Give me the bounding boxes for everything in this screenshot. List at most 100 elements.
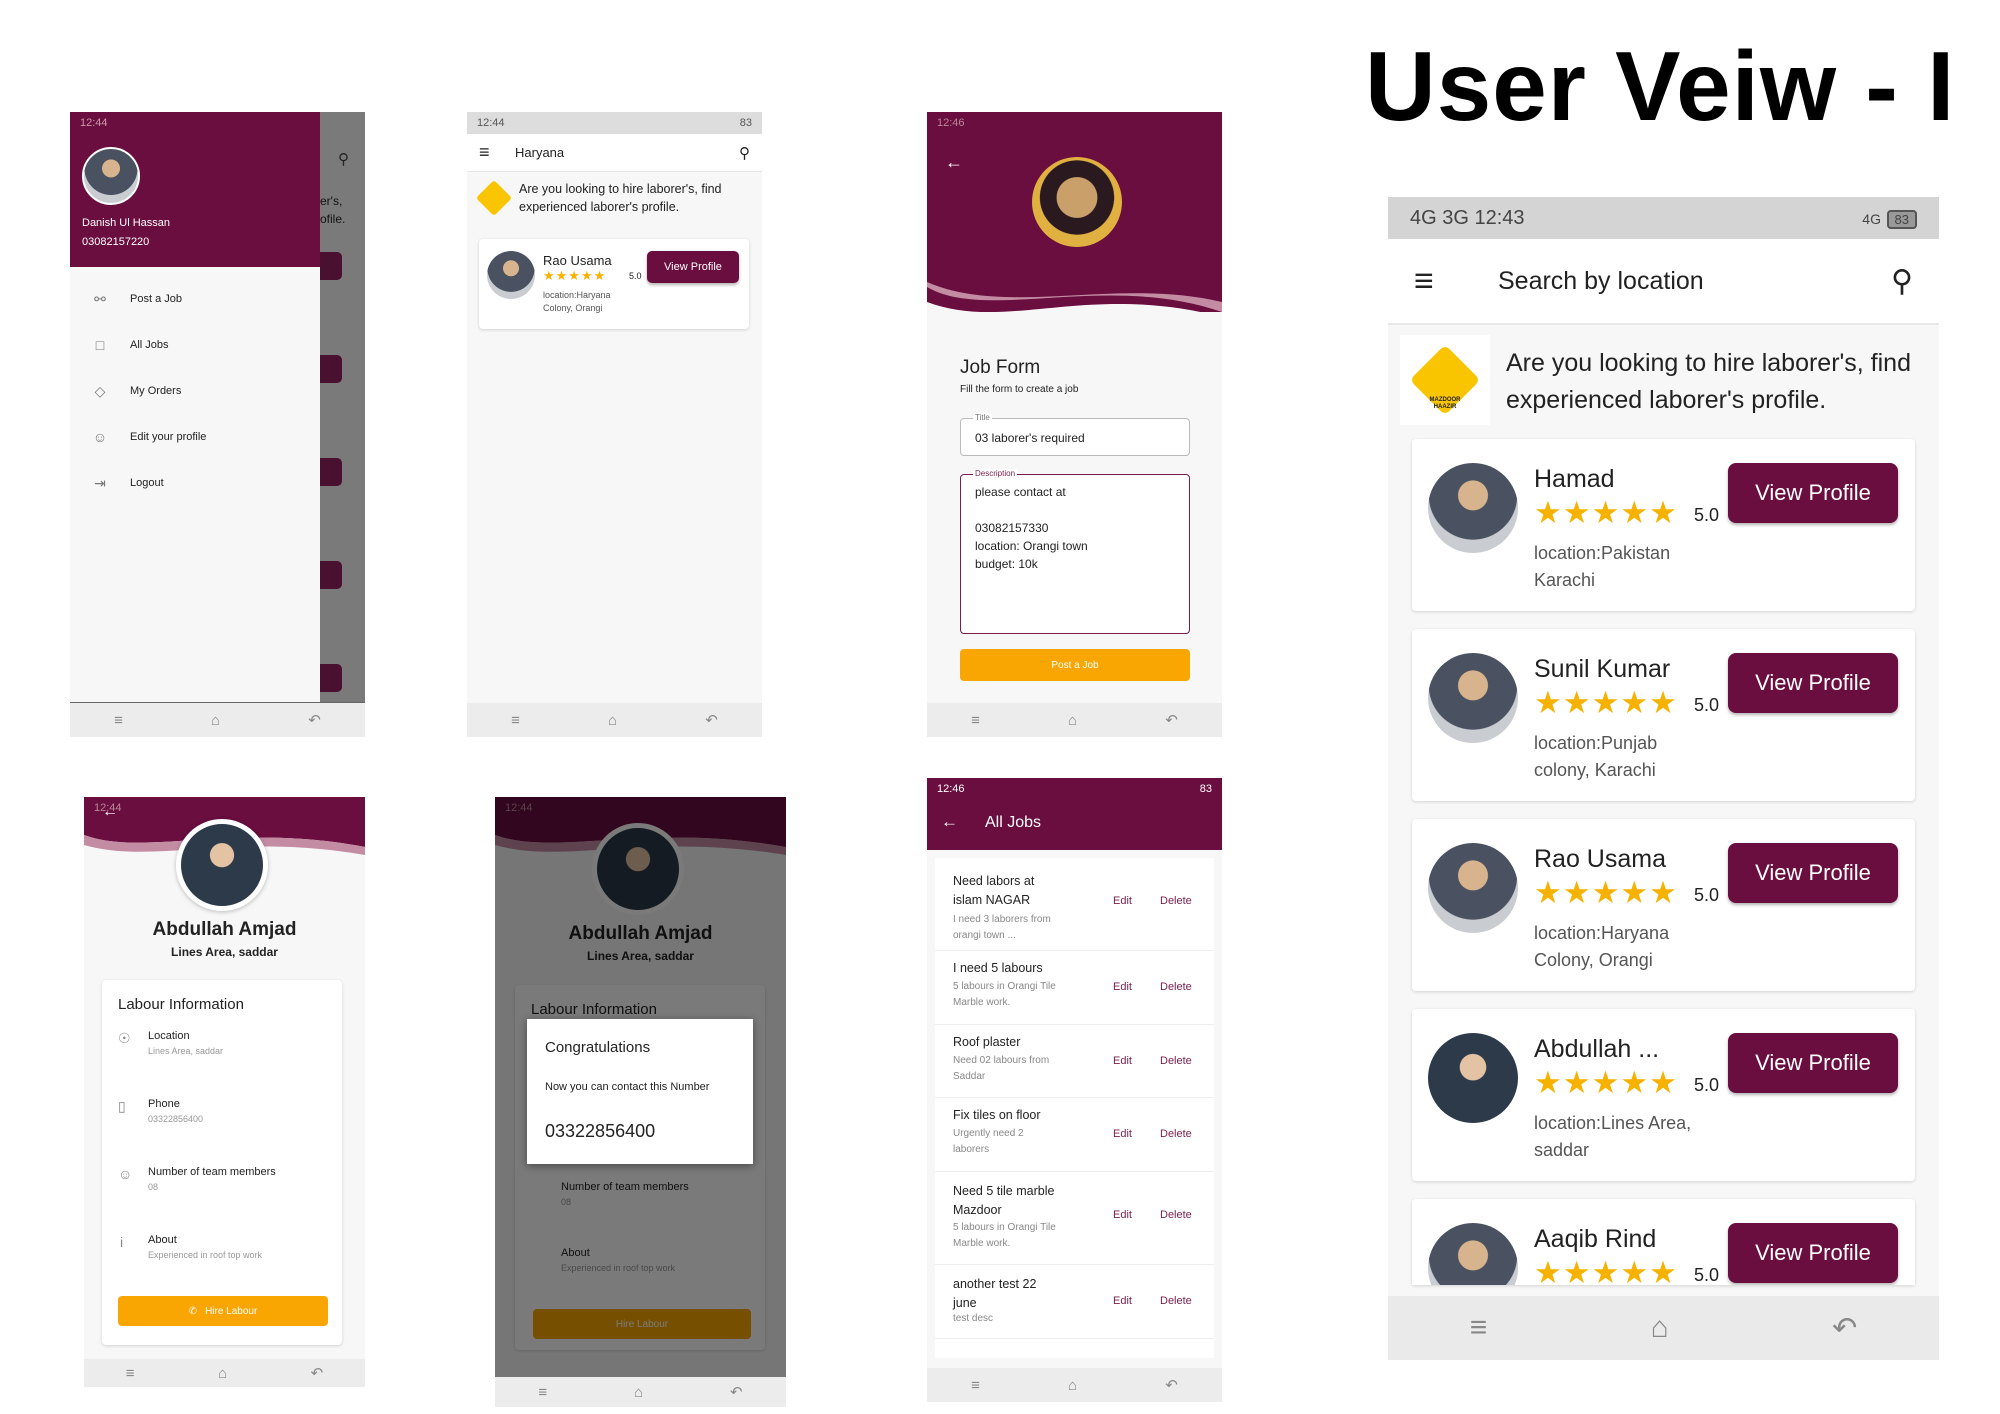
back-nav-icon[interactable]: ↶ (730, 1383, 743, 1401)
edit-button[interactable]: Edit (1113, 1055, 1132, 1067)
search-screen-large: 4G 3G 12:43 4G 83 ≡ Search by location ⚲… (1388, 197, 1939, 1360)
delete-button[interactable]: Delete (1160, 1295, 1192, 1307)
menu-nav-icon[interactable]: ≡ (126, 1365, 135, 1382)
drawer-user-name: Danish Ul Hassan (82, 217, 171, 229)
back-arrow-icon[interactable]: ← (102, 803, 118, 821)
battery-icon: 83 (1886, 209, 1917, 229)
all-jobs-title: All Jobs (985, 814, 1042, 831)
hamburger-menu-icon[interactable]: ≡ (479, 142, 515, 163)
back-nav-icon[interactable]: ↶ (308, 711, 321, 729)
avatar (1428, 1223, 1518, 1285)
labour-card: Sunil Kumar ★★★★★ 5.0 location:Punjab co… (1412, 629, 1915, 801)
location-pin-icon: ☉ (118, 1030, 131, 1046)
search-bar: ≡ Search by location ⚲ (1388, 239, 1939, 325)
job-row[interactable]: Fix tiles on floor Urgently need 2 labor… (935, 1098, 1214, 1172)
search-icon[interactable]: ⚲ (739, 144, 750, 162)
rating-stars: ★★★★★ (1534, 875, 1678, 910)
labour-card: Rao Usama ★★★★★ 5.0 location:Haryana Col… (1412, 819, 1915, 991)
job-row[interactable]: I need 5 labours 5 labours in Orangi Til… (935, 951, 1214, 1025)
drawer-item-all-jobs[interactable]: □ All Jobs (70, 330, 320, 360)
view-profile-button[interactable]: View Profile (1728, 1033, 1898, 1093)
avatar (1428, 1033, 1518, 1123)
profile-screen: 12:44 ← Abdullah Amjad Lines Area, sadda… (84, 797, 365, 1387)
worker-illustration (1032, 157, 1122, 247)
edit-button[interactable]: Edit (1113, 1295, 1132, 1307)
delete-button[interactable]: Delete (1160, 895, 1192, 907)
drawer-item-my-orders[interactable]: ◇ My Orders (70, 376, 320, 406)
search-query[interactable]: Haryana (515, 145, 739, 160)
menu-nav-icon[interactable]: ≡ (971, 1377, 980, 1394)
system-nav-bar: ≡ ⌂ ↶ (927, 1368, 1222, 1402)
home-nav-icon[interactable]: ⌂ (218, 1365, 227, 1382)
post-job-button[interactable]: Post a Job (960, 649, 1190, 681)
view-profile-button[interactable]: View Profile (1728, 463, 1898, 523)
drawer-item-logout[interactable]: ⇥ Logout (70, 468, 320, 498)
all-jobs-screen: 12:46 83 ← All Jobs Need labors at islam … (927, 778, 1222, 1402)
back-nav-icon[interactable]: ↶ (311, 1364, 324, 1382)
page-title: User Veiw - I (1365, 31, 1956, 141)
back-nav-icon[interactable]: ↶ (1165, 711, 1178, 729)
search-icon[interactable]: ⚲ (1891, 264, 1913, 299)
contact-number[interactable]: 03322856400 (545, 1121, 655, 1142)
home-nav-icon[interactable]: ⌂ (1651, 1311, 1669, 1345)
avatar (1428, 843, 1518, 933)
menu-nav-icon[interactable]: ≡ (1470, 1311, 1488, 1345)
back-nav-icon[interactable]: ↶ (705, 711, 718, 729)
hire-labour-button[interactable]: ✆ Hire Labour (118, 1296, 328, 1326)
delete-button[interactable]: Delete (1160, 1055, 1192, 1067)
home-nav-icon[interactable]: ⌂ (211, 712, 220, 729)
edit-button[interactable]: Edit (1113, 1209, 1132, 1221)
system-nav-bar: ≡ ⌂ ↶ (927, 703, 1222, 737)
drawer-user-phone: 03082157220 (82, 236, 150, 248)
search-query[interactable]: Search by location (1498, 267, 1891, 296)
rating-stars: ★★★★★ (1534, 495, 1678, 530)
back-arrow-icon[interactable]: ← (941, 812, 958, 832)
view-profile-button[interactable]: View Profile (647, 251, 739, 283)
avatar (1428, 653, 1518, 743)
system-nav-bar: ≡ ⌂ ↶ (495, 1377, 786, 1407)
job-row[interactable]: Need 5 tile marble Mazdoor 5 labours in … (935, 1172, 1214, 1265)
profile-avatar (176, 819, 268, 911)
description-field[interactable]: Description please contact at 0308215733… (960, 469, 1190, 634)
view-profile-button[interactable]: View Profile (1728, 1223, 1898, 1283)
rating-stars: ★★★★★ (543, 268, 607, 283)
menu-nav-icon[interactable]: ≡ (971, 712, 980, 729)
view-profile-button[interactable]: View Profile (1728, 653, 1898, 713)
drawer-item-post-job[interactable]: ⚯ Post a Job (70, 284, 320, 314)
drawer-item-edit-profile[interactable]: ☺ Edit your profile (70, 422, 320, 452)
view-profile-button[interactable]: View Profile (1728, 843, 1898, 903)
menu-nav-icon[interactable]: ≡ (538, 1384, 547, 1401)
hamburger-menu-icon[interactable]: ≡ (1414, 262, 1498, 301)
job-row[interactable]: another test 22 june test desc Edit Dele… (935, 1265, 1214, 1339)
back-arrow-icon[interactable]: ← (945, 152, 963, 173)
job-row[interactable]: Roof plaster Need 02 labours from Saddar… (935, 1025, 1214, 1098)
team-icon: ☺ (118, 1166, 133, 1182)
delete-button[interactable]: Delete (1160, 1128, 1192, 1140)
delete-button[interactable]: Delete (1160, 981, 1192, 993)
phone-icon: ▯ (118, 1098, 126, 1114)
back-nav-icon[interactable]: ↶ (1165, 1376, 1178, 1394)
edit-button[interactable]: Edit (1113, 895, 1132, 907)
home-nav-icon[interactable]: ⌂ (1068, 712, 1077, 729)
edit-button[interactable]: Edit (1113, 1128, 1132, 1140)
delete-button[interactable]: Delete (1160, 1209, 1192, 1221)
tag-icon: ◇ (94, 382, 106, 399)
menu-nav-icon[interactable]: ≡ (114, 712, 123, 729)
home-nav-icon[interactable]: ⌂ (608, 712, 617, 729)
profile-name: Abdullah Amjad (152, 919, 297, 940)
avatar (487, 251, 535, 299)
contact-dialog-screen: 12:44 Abdullah Amjad Lines Area, saddar … (495, 797, 786, 1407)
navigation-drawer: 12:44 Danish Ul Hassan 03082157220 ⚯ Pos… (70, 112, 320, 702)
back-nav-icon[interactable]: ↶ (1832, 1311, 1857, 1346)
labour-card: Abdullah ... ★★★★★ 5.0 location:Lines Ar… (1412, 1009, 1915, 1181)
job-row[interactable]: Need labors at islam NAGAR I need 3 labo… (935, 858, 1214, 951)
title-field[interactable]: Title 03 laborer's required (960, 413, 1190, 456)
home-nav-icon[interactable]: ⌂ (1068, 1377, 1077, 1394)
home-nav-icon[interactable]: ⌂ (634, 1384, 643, 1401)
menu-nav-icon[interactable]: ≡ (511, 712, 520, 729)
labour-card: Hamad ★★★★★ 5.0 location:Pakistan Karach… (1412, 439, 1915, 611)
folder-icon: □ (95, 337, 105, 353)
edit-button[interactable]: Edit (1113, 981, 1132, 993)
user-icon: ☺ (92, 429, 108, 445)
banner-text: Are you looking to hire laborer's, find … (1506, 349, 1911, 414)
